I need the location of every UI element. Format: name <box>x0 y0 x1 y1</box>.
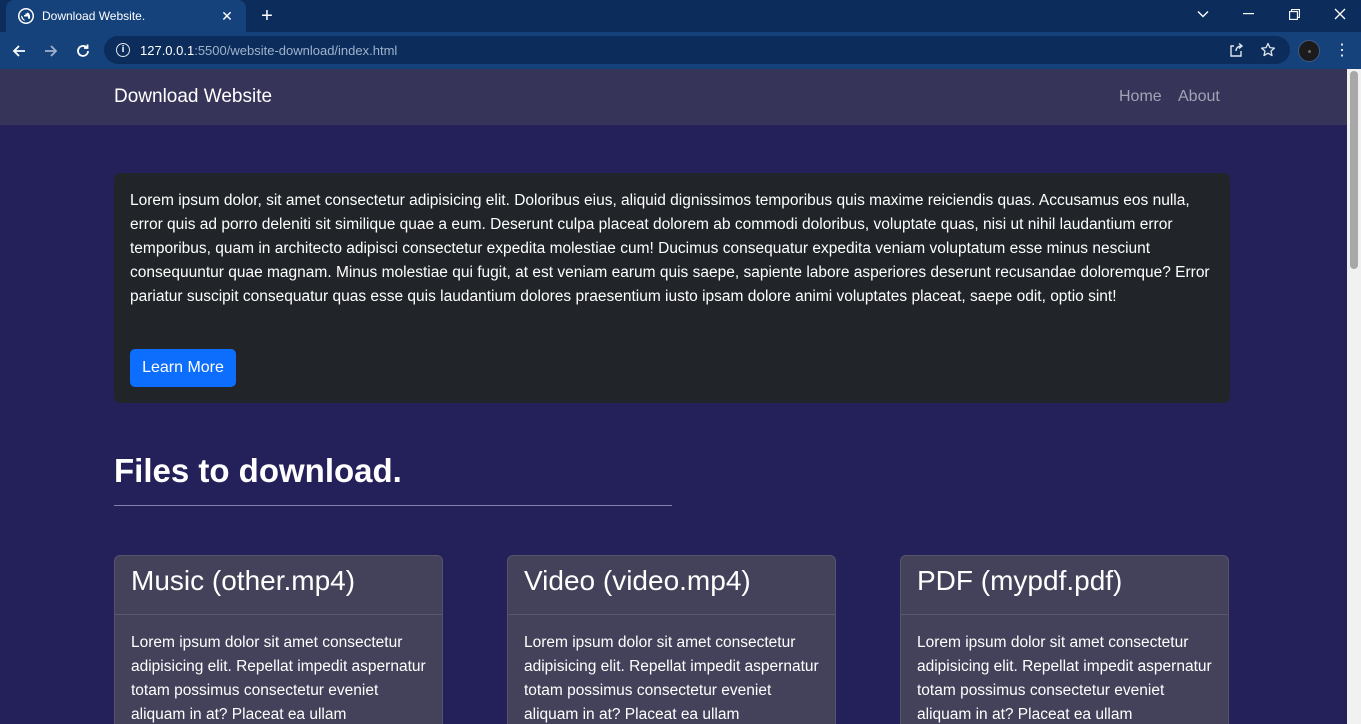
browser-toolbar: i 127.0.0.1:5500/website-download/index.… <box>0 32 1361 69</box>
tab-search-chevron-icon[interactable] <box>1180 0 1226 28</box>
browser-tab-strip: Download Website. ✕ + <box>0 0 1361 32</box>
url-host: 127.0.0.1 <box>140 42 195 58</box>
globe-icon <box>18 8 34 24</box>
tab-title: Download Website. <box>42 9 146 23</box>
card-title: Video (video.mp4) <box>508 556 835 615</box>
card-title: Music (other.mp4) <box>115 556 442 615</box>
reload-icon[interactable] <box>71 39 95 63</box>
section-title: Files to download. <box>114 452 402 489</box>
forward-arrow-icon[interactable] <box>39 39 63 63</box>
page-scrollbar[interactable] <box>1347 69 1361 724</box>
share-icon[interactable] <box>1228 42 1244 58</box>
browser-tab[interactable]: Download Website. ✕ <box>6 0 246 32</box>
close-window-icon[interactable] <box>1317 0 1361 28</box>
site-navbar: Download Website Home About <box>0 69 1347 125</box>
section-divider <box>114 505 672 506</box>
navbar-brand[interactable]: Download Website <box>114 86 272 108</box>
hero-panel: Lorem ipsum dolor, sit amet consectetur … <box>114 173 1230 403</box>
address-bar[interactable]: i 127.0.0.1:5500/website-download/index.… <box>104 36 1290 64</box>
browser-menu-icon[interactable]: ⋮ <box>1332 40 1352 62</box>
card-title: PDF (mypdf.pdf) <box>901 556 1228 615</box>
page-viewport: Download Website Home About Lorem ipsum … <box>0 69 1347 724</box>
minimize-icon[interactable] <box>1225 0 1271 28</box>
learn-more-button[interactable]: Learn More <box>130 349 236 387</box>
file-card-pdf: PDF (mypdf.pdf) Lorem ipsum dolor sit am… <box>900 555 1229 724</box>
bookmark-star-icon[interactable] <box>1260 42 1276 58</box>
site-info-icon[interactable]: i <box>116 43 130 57</box>
restore-icon[interactable] <box>1271 0 1317 28</box>
nav-link-home[interactable]: Home <box>1119 88 1162 106</box>
hero-text: Lorem ipsum dolor, sit amet consectetur … <box>130 192 1210 305</box>
file-card-video: Video (video.mp4) Lorem ipsum dolor sit … <box>507 555 836 724</box>
card-body-text: Lorem ipsum dolor sit amet consectetur a… <box>524 634 819 723</box>
card-body-text: Lorem ipsum dolor sit amet consectetur a… <box>917 634 1212 723</box>
file-card-music: Music (other.mp4) Lorem ipsum dolor sit … <box>114 555 443 724</box>
card-body-text: Lorem ipsum dolor sit amet consectetur a… <box>131 634 426 723</box>
new-tab-plus-icon[interactable]: + <box>256 5 278 27</box>
url-text: 127.0.0.1:5500/website-download/index.ht… <box>140 43 397 58</box>
back-arrow-icon[interactable] <box>7 39 31 63</box>
profile-avatar[interactable] <box>1298 40 1320 62</box>
tab-close-icon[interactable]: ✕ <box>218 8 236 25</box>
url-path: :5500/website-download/index.html <box>194 42 398 58</box>
nav-link-about[interactable]: About <box>1178 88 1220 106</box>
scrollbar-thumb[interactable] <box>1350 71 1358 269</box>
